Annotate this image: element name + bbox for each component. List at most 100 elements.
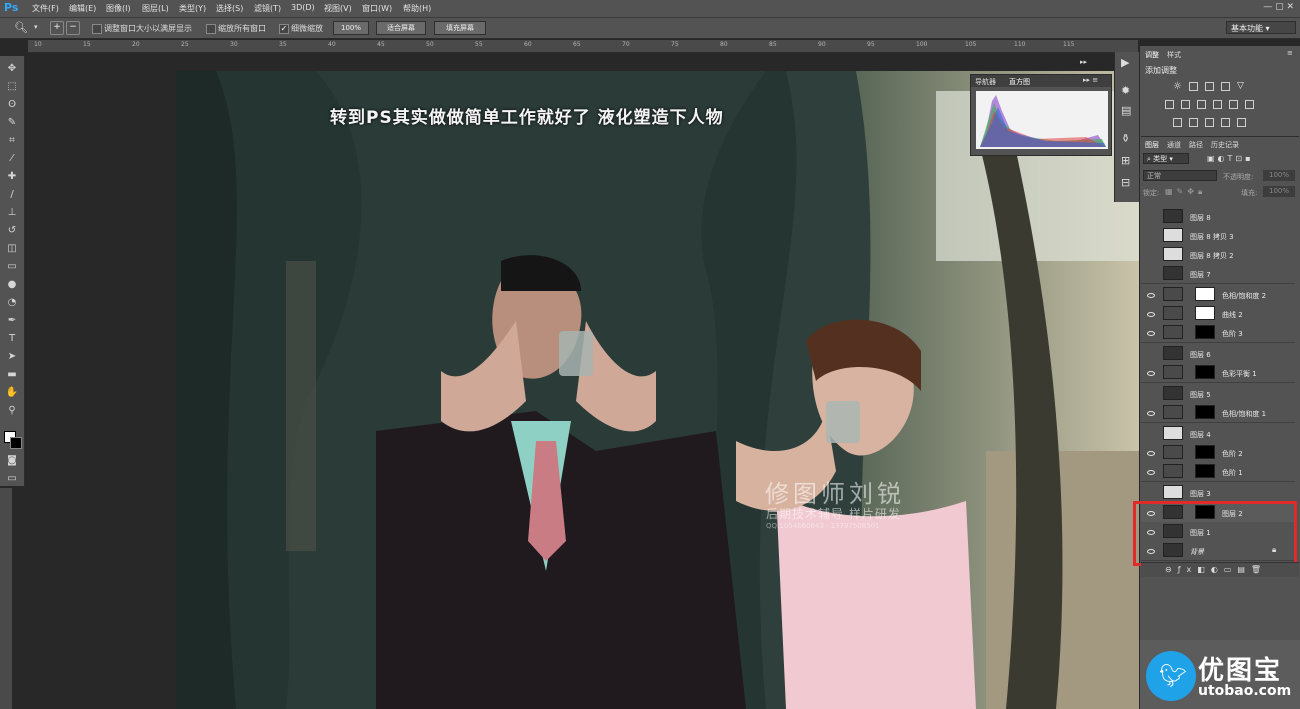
tab-channels[interactable]: 通道 xyxy=(1167,140,1181,150)
play-icon[interactable]: ▶ xyxy=(1121,56,1129,69)
healing-brush-tool-icon[interactable]: ✚ xyxy=(5,170,19,183)
zoom-in-icon[interactable]: + xyxy=(50,21,64,35)
panel-menu-icon[interactable]: ▸▸ ≡ xyxy=(1083,76,1098,84)
color-balance-icon[interactable] xyxy=(1181,100,1190,109)
clone-source-icon[interactable]: ⊞ xyxy=(1121,154,1130,167)
selective-color-icon[interactable] xyxy=(1221,118,1230,127)
type-tool-icon[interactable]: T xyxy=(5,332,19,345)
channel-mixer-icon[interactable] xyxy=(1229,100,1238,109)
fit-screen-button[interactable]: 适合屏幕 xyxy=(376,21,426,35)
blur-tool-icon[interactable]: ● xyxy=(5,278,19,291)
background-color-swatch[interactable] xyxy=(10,437,22,449)
clone-stamp-tool-icon[interactable]: ⊥ xyxy=(5,206,19,219)
brush-preset-icon[interactable]: ⚱ xyxy=(1121,132,1130,145)
tab-paths[interactable]: 路径 xyxy=(1189,140,1203,150)
menu-help[interactable]: 帮助(H) xyxy=(403,3,431,14)
filter-icons[interactable]: ▣◐T⊡▪ xyxy=(1207,154,1254,163)
actual-pixels-button[interactable]: 100% xyxy=(333,21,369,35)
fill-input[interactable]: 100% xyxy=(1263,186,1295,197)
layer-action-icons[interactable]: ⊖ƒx◧◐▭▤🗑︎ xyxy=(1165,565,1267,574)
black-white-icon[interactable] xyxy=(1197,100,1206,109)
brush-tool-icon[interactable]: / xyxy=(5,188,19,201)
menu-image[interactable]: 图像(I) xyxy=(106,3,131,14)
menu-file[interactable]: 文件(F) xyxy=(32,3,59,14)
screen-mode-icon[interactable]: ▭ xyxy=(5,472,19,485)
brightness-contrast-icon[interactable]: ☼ xyxy=(1173,82,1182,92)
opacity-input[interactable]: 100% xyxy=(1263,170,1295,181)
quick-mask-icon[interactable]: ◙ xyxy=(5,454,19,467)
lock-icons[interactable]: ▦✎✥🔒︎ xyxy=(1165,187,1206,197)
invert-icon[interactable] xyxy=(1173,118,1182,127)
tab-layers[interactable]: 图层 xyxy=(1145,140,1159,150)
eye-icon[interactable] xyxy=(1147,293,1155,298)
move-tool-icon[interactable]: ✥ xyxy=(5,62,19,75)
properties-icon[interactable]: ⊟ xyxy=(1121,176,1130,189)
exposure-icon[interactable] xyxy=(1221,82,1230,91)
tab-adjustments[interactable]: 调整 xyxy=(1145,50,1159,60)
marquee-tool-icon[interactable]: ⬚ xyxy=(5,80,19,93)
scrubby-zoom-checkbox[interactable]: ✓ xyxy=(279,24,289,34)
crop-tool-icon[interactable]: ⌗ xyxy=(5,134,19,147)
color-lookup-icon[interactable] xyxy=(1245,100,1254,109)
curves-icon[interactable] xyxy=(1205,82,1214,91)
path-select-tool-icon[interactable]: ➤ xyxy=(5,350,19,363)
adjustment-icon xyxy=(1163,306,1183,320)
brand-name: 优图宝 xyxy=(1198,656,1283,686)
menu-window[interactable]: 窗口(W) xyxy=(362,3,392,14)
eyedropper-tool-icon[interactable]: ⁄ xyxy=(5,152,19,165)
eye-icon[interactable] xyxy=(1147,411,1155,416)
gradient-tool-icon[interactable]: ▭ xyxy=(5,260,19,273)
gradient-map-icon[interactable] xyxy=(1237,118,1246,127)
threshold-icon[interactable] xyxy=(1205,118,1214,127)
zoom-out-icon[interactable]: − xyxy=(66,21,80,35)
fill-screen-button[interactable]: 填充屏幕 xyxy=(434,21,486,35)
photo-filter-icon[interactable] xyxy=(1213,100,1222,109)
layer-thumbnail xyxy=(1163,247,1183,261)
vibrance-icon[interactable]: ▽ xyxy=(1237,82,1246,91)
lasso-tool-icon[interactable]: ʘ xyxy=(5,98,19,111)
blend-mode-select[interactable]: 正常 xyxy=(1143,170,1217,181)
zoom-tool-icon[interactable]: 🔍︎ xyxy=(14,21,28,34)
eye-icon[interactable] xyxy=(1147,371,1155,376)
panel-menu-icon[interactable]: ≡ xyxy=(1287,49,1293,57)
eye-icon[interactable] xyxy=(1147,312,1155,317)
tab-navigator[interactable]: 导航器 xyxy=(975,77,996,87)
quick-select-tool-icon[interactable]: ✎ xyxy=(5,116,19,129)
eye-icon[interactable] xyxy=(1147,451,1155,456)
zoom-tool-icon[interactable]: ⚲ xyxy=(5,404,19,417)
posterize-icon[interactable] xyxy=(1189,118,1198,127)
layer-kind-filter[interactable]: ⌕ 类型 ▾ xyxy=(1143,153,1189,164)
eye-icon[interactable] xyxy=(1147,470,1155,475)
menu-type[interactable]: 类型(Y) xyxy=(179,3,206,14)
tab-histogram[interactable]: 直方图 xyxy=(1009,77,1030,87)
eye-icon[interactable] xyxy=(1147,331,1155,336)
layer-name: 图层 8 拷贝 2 xyxy=(1190,252,1234,260)
hue-saturation-icon[interactable] xyxy=(1165,100,1174,109)
history-brush-tool-icon[interactable]: ↺ xyxy=(5,224,19,237)
histogram-icon[interactable]: ▤ xyxy=(1121,104,1131,117)
workspace-select[interactable]: 基本功能 ▾ xyxy=(1226,21,1296,34)
menu-edit[interactable]: 编辑(E) xyxy=(69,3,96,14)
tab-styles[interactable]: 样式 xyxy=(1167,50,1181,60)
menu-view[interactable]: 视图(V) xyxy=(324,3,352,14)
menu-filter[interactable]: 滤镜(T) xyxy=(254,3,281,14)
eraser-tool-icon[interactable]: ◫ xyxy=(5,242,19,255)
zoom-all-windows-checkbox[interactable] xyxy=(206,24,216,34)
chevron-down-icon[interactable]: ▾ xyxy=(34,23,38,31)
window-controls[interactable]: — ▢ ✕ xyxy=(1263,2,1294,12)
tab-history[interactable]: 历史记录 xyxy=(1211,140,1239,150)
collapse-panels-icon[interactable]: ▸▸ xyxy=(1080,58,1087,66)
menu-layer[interactable]: 图层(L) xyxy=(142,3,169,14)
rectangle-tool-icon[interactable]: ▬ xyxy=(5,368,19,381)
menu-3d[interactable]: 3D(D) xyxy=(291,3,315,12)
ruler-tick: 75 xyxy=(671,41,679,48)
hand-tool-icon[interactable]: ✋ xyxy=(5,386,19,399)
menu-select[interactable]: 选择(S) xyxy=(216,3,243,14)
dodge-tool-icon[interactable]: ◔ xyxy=(5,296,19,309)
layer-mask-thumbnail xyxy=(1195,464,1215,478)
pen-tool-icon[interactable]: ✒ xyxy=(5,314,19,327)
resize-windows-checkbox[interactable] xyxy=(92,24,102,34)
document-canvas[interactable] xyxy=(176,71,1139,709)
adjustments-icon[interactable]: ✹ xyxy=(1121,84,1130,97)
levels-icon[interactable] xyxy=(1189,82,1198,91)
